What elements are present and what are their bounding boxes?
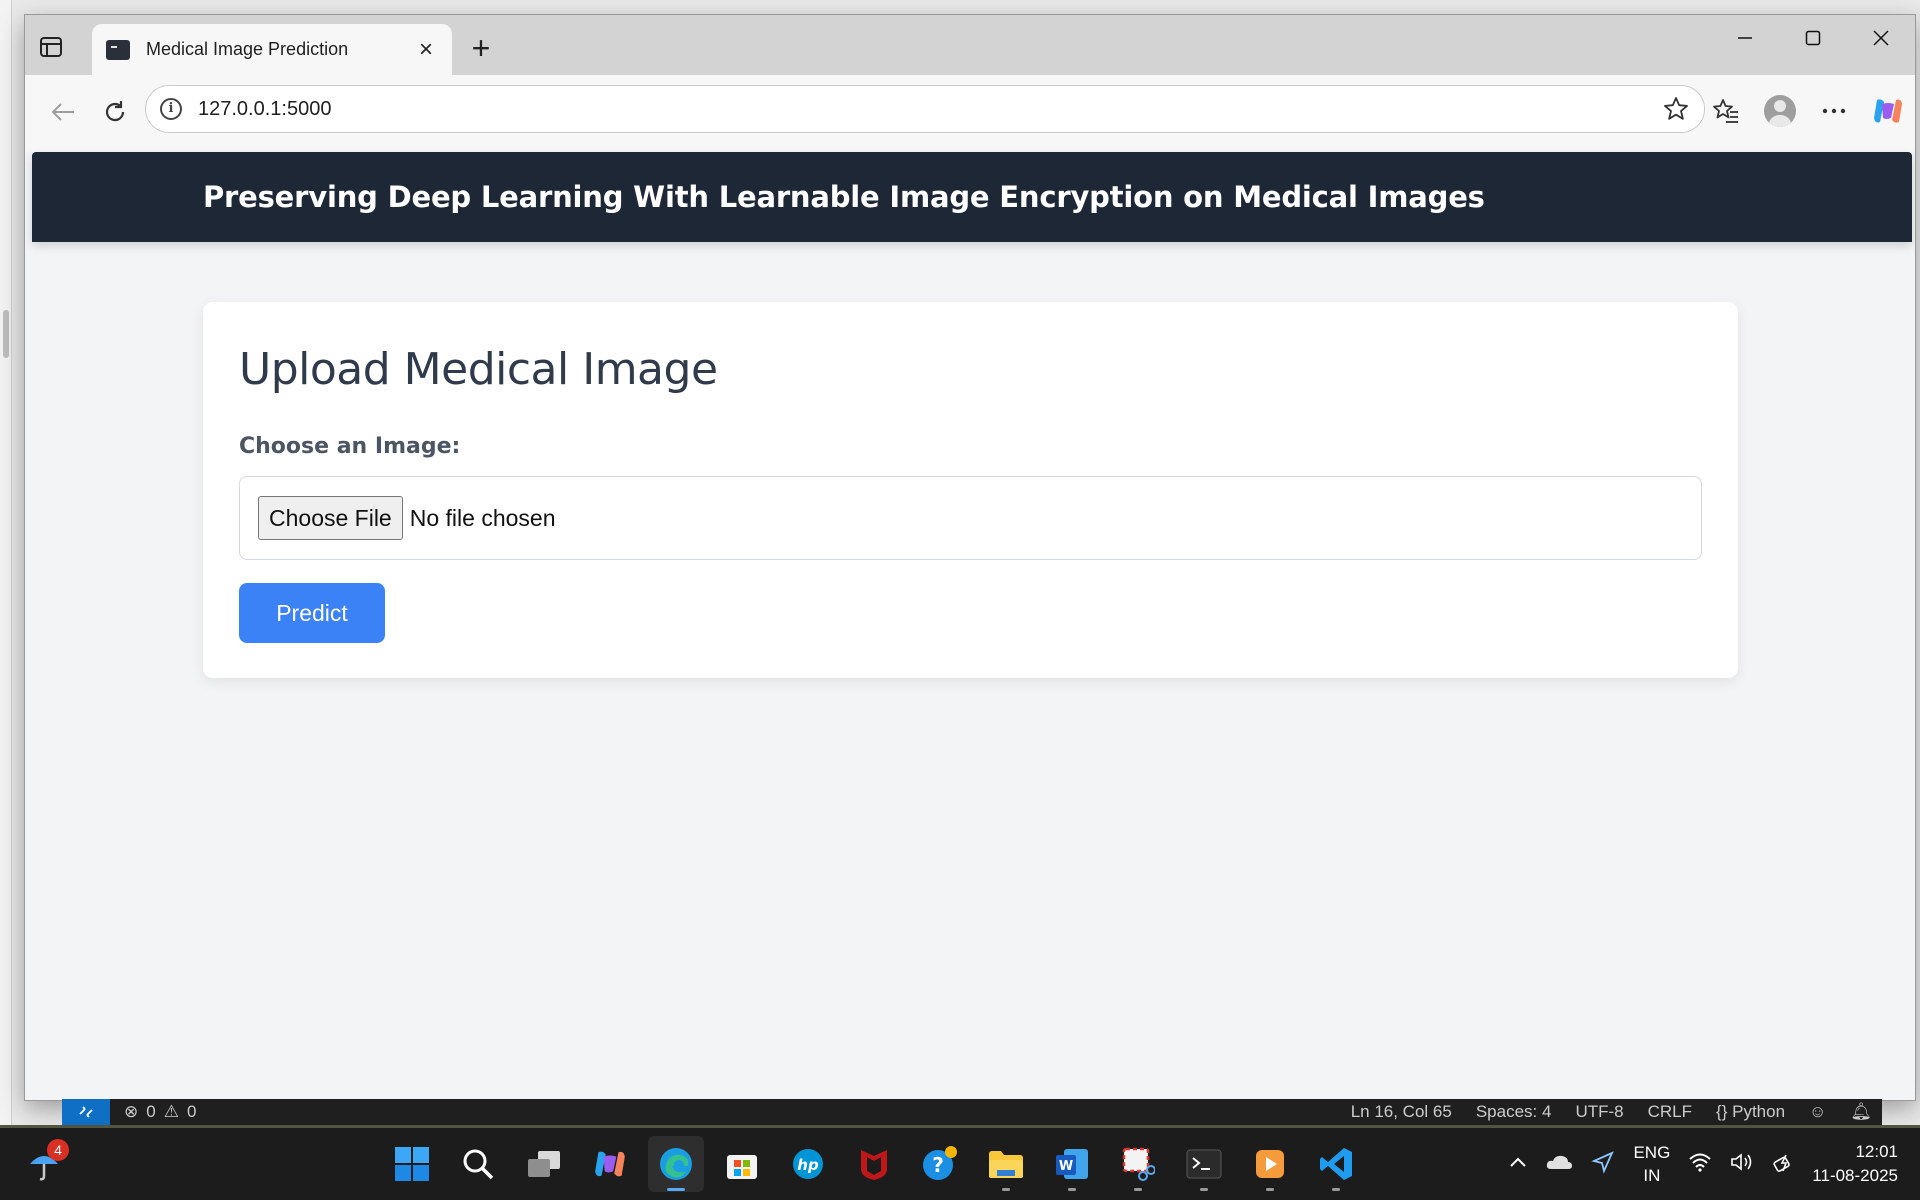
editor-status-bar: ⊗ 0 ⚠ 0 Ln 16, Col 65 Spaces: 4 UTF-8 CRLF… bbox=[62, 1099, 1882, 1125]
web-page: Preserving Deep Learning With Learnable … bbox=[25, 152, 1915, 1100]
braces-icon: {} bbox=[1716, 1102, 1728, 1121]
running-indicator bbox=[1002, 1188, 1010, 1191]
site-header: Preserving Deep Learning With Learnable … bbox=[32, 152, 1912, 242]
favorite-star-icon[interactable] bbox=[1662, 95, 1690, 123]
volume-icon[interactable] bbox=[1730, 1152, 1754, 1177]
refresh-button[interactable] bbox=[97, 94, 133, 130]
battery-charging-icon[interactable] bbox=[1772, 1151, 1794, 1178]
browser-tools bbox=[1699, 87, 1915, 135]
edge-browser-icon[interactable] bbox=[648, 1136, 704, 1192]
tab-medical-image-prediction[interactable]: Medical Image Prediction × bbox=[92, 24, 452, 75]
terminal-favicon-icon bbox=[106, 39, 130, 60]
running-indicator bbox=[1200, 1188, 1208, 1191]
tab-title: Medical Image Prediction bbox=[146, 39, 349, 59]
running-indicator bbox=[1332, 1188, 1340, 1191]
region-code: IN bbox=[1643, 1166, 1661, 1185]
background-window-edge bbox=[0, 0, 12, 1125]
hp-app-icon[interactable]: hp bbox=[780, 1136, 836, 1192]
system-tray: ENG IN 12:01 11-08-2025 bbox=[1509, 1128, 1898, 1200]
card-title: Upload Medical Image bbox=[239, 344, 718, 395]
cursor-position[interactable]: Ln 16, Col 65 bbox=[1351, 1102, 1452, 1122]
word-icon[interactable]: W bbox=[1044, 1136, 1100, 1192]
maximize-button[interactable] bbox=[1779, 15, 1847, 61]
active-indicator bbox=[667, 1188, 685, 1191]
language-mode[interactable]: {} Python bbox=[1716, 1102, 1785, 1122]
file-input-label: Choose an Image: bbox=[239, 434, 461, 459]
favorites-icon[interactable] bbox=[1699, 87, 1753, 135]
indentation[interactable]: Spaces: 4 bbox=[1476, 1102, 1552, 1122]
get-help-icon[interactable]: ? bbox=[912, 1136, 968, 1192]
predict-button[interactable]: Predict bbox=[239, 583, 385, 643]
language-code: ENG bbox=[1633, 1143, 1671, 1162]
window-controls bbox=[1711, 15, 1915, 75]
background-scrollbar[interactable] bbox=[3, 310, 9, 358]
mcafee-icon[interactable] bbox=[846, 1136, 902, 1192]
close-window-button[interactable] bbox=[1847, 15, 1915, 61]
browser-window: Medical Image Prediction × + i 127.0.0.1… bbox=[25, 15, 1915, 1100]
clock-time: 12:01 bbox=[1855, 1142, 1898, 1161]
file-input[interactable]: Choose File No file chosen bbox=[239, 476, 1702, 560]
status-items: Ln 16, Col 65 Spaces: 4 UTF-8 CRLF {} Py… bbox=[1351, 1102, 1872, 1122]
task-view-icon[interactable] bbox=[516, 1136, 572, 1192]
running-indicator bbox=[1266, 1188, 1274, 1191]
new-tab-button[interactable]: + bbox=[465, 32, 497, 65]
onedrive-cloud-icon[interactable] bbox=[1545, 1153, 1573, 1176]
more-options-icon[interactable] bbox=[1807, 87, 1861, 135]
tab-bar: Medical Image Prediction × + bbox=[25, 15, 1915, 75]
taskbar: 4 hp ? W ENG IN 12:01 11-08-2025 bbox=[0, 1128, 1920, 1200]
terminal-icon[interactable] bbox=[1176, 1136, 1232, 1192]
running-indicator bbox=[1068, 1188, 1076, 1191]
site-info-icon[interactable]: i bbox=[160, 98, 182, 120]
language-label: Python bbox=[1732, 1102, 1786, 1121]
store-icon[interactable] bbox=[714, 1136, 770, 1192]
svg-text:?: ? bbox=[932, 1153, 944, 1177]
svg-text:W: W bbox=[1059, 1159, 1073, 1174]
close-tab-icon[interactable]: × bbox=[414, 37, 438, 62]
chevron-up-icon[interactable] bbox=[1509, 1155, 1527, 1173]
file-explorer-icon[interactable] bbox=[978, 1136, 1034, 1192]
copilot-status-icon[interactable]: ☺ bbox=[1809, 1102, 1826, 1122]
snipping-tool-icon[interactable] bbox=[1110, 1136, 1166, 1192]
vscode-icon[interactable] bbox=[1308, 1136, 1364, 1192]
start-icon[interactable] bbox=[384, 1136, 440, 1192]
profile-avatar[interactable] bbox=[1753, 87, 1807, 135]
upload-card: Upload Medical Image Choose an Image: Ch… bbox=[203, 302, 1738, 678]
warning-icon: ⚠ bbox=[163, 1102, 179, 1121]
copilot-app-icon[interactable] bbox=[582, 1136, 638, 1192]
search-icon[interactable] bbox=[450, 1136, 506, 1192]
media-player-icon[interactable] bbox=[1242, 1136, 1298, 1192]
problems-indicator[interactable]: ⊗ 0 ⚠ 0 bbox=[124, 1102, 196, 1122]
language-indicator[interactable]: ENG IN bbox=[1633, 1141, 1670, 1187]
choose-file-button[interactable]: Choose File bbox=[258, 496, 403, 540]
taskbar-apps: hp ? W bbox=[384, 1136, 1364, 1192]
warning-count: 0 bbox=[186, 1102, 197, 1121]
error-count: 0 bbox=[146, 1102, 156, 1121]
address-bar[interactable]: i 127.0.0.1:5000 bbox=[145, 85, 1705, 133]
minimize-button[interactable] bbox=[1711, 15, 1779, 61]
running-indicator bbox=[1134, 1188, 1142, 1191]
remote-indicator-icon[interactable] bbox=[62, 1099, 110, 1125]
location-arrow-icon[interactable] bbox=[1591, 1150, 1615, 1179]
line-ending[interactable]: CRLF bbox=[1648, 1102, 1692, 1122]
copilot-icon[interactable] bbox=[1861, 87, 1915, 135]
url-text[interactable]: 127.0.0.1:5000 bbox=[198, 98, 1662, 121]
profile-icon bbox=[1764, 95, 1796, 127]
encoding[interactable]: UTF-8 bbox=[1575, 1102, 1623, 1122]
error-icon: ⊗ bbox=[124, 1102, 139, 1121]
file-status-text: No file chosen bbox=[409, 504, 556, 531]
tab-actions-icon[interactable] bbox=[37, 33, 65, 61]
clock-date: 11-08-2025 bbox=[1812, 1166, 1898, 1185]
site-title: Preserving Deep Learning With Learnable … bbox=[203, 180, 1485, 214]
toolbar: i 127.0.0.1:5000 bbox=[25, 75, 1915, 152]
clock[interactable]: 12:01 11-08-2025 bbox=[1812, 1140, 1898, 1188]
wifi-icon[interactable] bbox=[1688, 1152, 1712, 1177]
notifications-bell-icon[interactable]: 🔔︎ bbox=[1850, 1102, 1872, 1122]
svg-text:hp: hp bbox=[797, 1156, 819, 1174]
back-button[interactable] bbox=[45, 94, 81, 130]
weather-badge: 4 bbox=[47, 1139, 69, 1161]
